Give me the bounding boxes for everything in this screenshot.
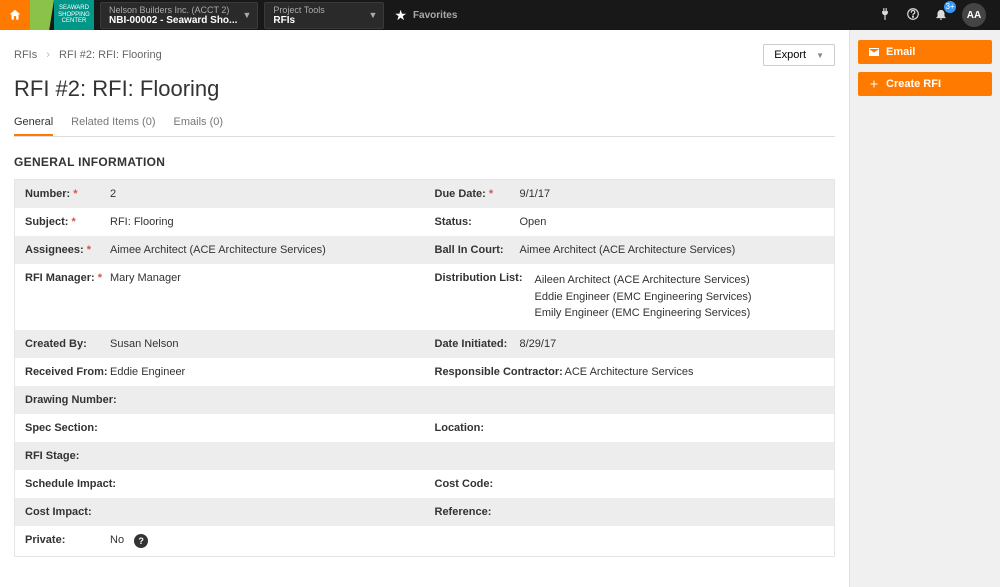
tabs: General Related Items (0) Emails (0) <box>14 110 835 137</box>
caret-down-icon: ▼ <box>368 10 377 20</box>
label-number: Number: <box>25 188 110 200</box>
help-tooltip-icon[interactable]: ? <box>134 534 148 548</box>
label-distribution-list: Distribution List: <box>435 272 535 284</box>
tools-dropdown[interactable]: Project Tools RFIs ▼ <box>264 2 384 29</box>
label-date-initiated: Date Initiated: <box>435 338 520 350</box>
label-status: Status: <box>435 216 520 228</box>
breadcrumb: RFIs › RFI #2: RFI: Flooring <box>14 49 162 61</box>
help-icon[interactable] <box>906 7 920 24</box>
export-label: Export <box>774 49 806 61</box>
company-name: Nelson Builders Inc. (ACCT 2) <box>109 5 237 15</box>
favorites[interactable]: ★ Favorites <box>394 7 498 24</box>
caret-down-icon: ▼ <box>816 51 824 60</box>
label-subject: Subject: <box>25 216 110 228</box>
tools-value: RFIs <box>273 15 363 26</box>
tools-label: Project Tools <box>273 5 363 15</box>
create-rfi-label: Create RFI <box>886 78 941 90</box>
label-cost-code: Cost Code: <box>435 478 520 490</box>
sidebar-actions: Email Create RFI <box>850 30 1000 587</box>
breadcrumb-current: RFI #2: RFI: Flooring <box>59 49 162 61</box>
value-number: 2 <box>110 188 116 200</box>
label-private: Private: <box>25 534 110 546</box>
tab-general[interactable]: General <box>14 110 53 136</box>
value-created-by: Susan Nelson <box>110 338 179 350</box>
email-label: Email <box>886 46 915 58</box>
label-rfi-manager: RFI Manager: <box>25 272 110 284</box>
value-subject: RFI: Flooring <box>110 216 174 228</box>
label-cost-impact: Cost Impact: <box>25 506 110 518</box>
logo-accent <box>30 0 54 30</box>
value-rfi-manager: Mary Manager <box>110 272 181 284</box>
caret-down-icon: ▼ <box>242 10 251 20</box>
topbar: SEAWARD SHOPPING CENTER Nelson Builders … <box>0 0 1000 30</box>
label-received-from: Received From: <box>25 366 110 378</box>
project-logo[interactable]: SEAWARD SHOPPING CENTER <box>30 0 94 30</box>
value-distribution-list: Aileen Architect (ACE Architecture Servi… <box>535 272 752 322</box>
tab-related-items[interactable]: Related Items (0) <box>71 110 155 136</box>
plug-icon[interactable] <box>878 7 892 24</box>
value-received-from: Eddie Engineer <box>110 366 185 378</box>
dist-item: Eddie Engineer (EMC Engineering Services… <box>535 289 752 306</box>
value-assignees: Aimee Architect (ACE Architecture Servic… <box>110 244 326 256</box>
plus-icon <box>868 78 880 90</box>
logo-text: SEAWARD SHOPPING CENTER <box>54 0 94 30</box>
envelope-icon <box>868 46 880 58</box>
label-created-by: Created By: <box>25 338 110 350</box>
create-rfi-button[interactable]: Create RFI <box>858 72 992 96</box>
notifications-button[interactable]: 3+ <box>934 7 948 24</box>
label-spec-section: Spec Section: <box>25 422 110 434</box>
label-drawing-number: Drawing Number: <box>25 394 135 406</box>
label-ball-in-court: Ball In Court: <box>435 244 520 256</box>
value-responsible-contractor: ACE Architecture Services <box>565 366 694 378</box>
home-icon <box>8 8 22 22</box>
value-due-date: 9/1/17 <box>520 188 551 200</box>
dist-item: Emily Engineer (EMC Engineering Services… <box>535 305 752 322</box>
label-due-date: Due Date: <box>435 188 520 200</box>
label-reference: Reference: <box>435 506 520 518</box>
favorites-label: Favorites <box>413 10 498 21</box>
label-assignees: Assignees: <box>25 244 110 256</box>
info-table: Number:2 Due Date:9/1/17 Subject:RFI: Fl… <box>14 179 835 557</box>
page-title: RFI #2: RFI: Flooring <box>14 76 835 102</box>
breadcrumb-root[interactable]: RFIs <box>14 49 37 61</box>
main-content: RFIs › RFI #2: RFI: Flooring Export ▼ RF… <box>0 30 850 587</box>
tab-emails[interactable]: Emails (0) <box>174 110 224 136</box>
chevron-right-icon: › <box>46 49 50 61</box>
notification-badge: 3+ <box>944 1 956 13</box>
home-button[interactable] <box>0 0 30 30</box>
label-location: Location: <box>435 422 520 434</box>
user-avatar[interactable]: AA <box>962 3 986 27</box>
export-button[interactable]: Export ▼ <box>763 44 835 66</box>
star-icon: ★ <box>394 7 407 24</box>
label-rfi-stage: RFI Stage: <box>25 450 110 462</box>
dist-item: Aileen Architect (ACE Architecture Servi… <box>535 272 752 289</box>
value-ball-in-court: Aimee Architect (ACE Architecture Servic… <box>520 244 736 256</box>
label-schedule-impact: Schedule Impact: <box>25 478 125 490</box>
value-date-initiated: 8/29/17 <box>520 338 557 350</box>
label-responsible-contractor: Responsible Contractor: <box>435 366 565 378</box>
section-heading: GENERAL INFORMATION <box>14 155 835 169</box>
value-status: Open <box>520 216 547 228</box>
email-button[interactable]: Email <box>858 40 992 64</box>
value-private: No <box>110 534 124 546</box>
project-name: NBI-00002 - Seaward Sho... <box>109 15 237 26</box>
project-dropdown[interactable]: Nelson Builders Inc. (ACCT 2) NBI-00002 … <box>100 2 258 29</box>
